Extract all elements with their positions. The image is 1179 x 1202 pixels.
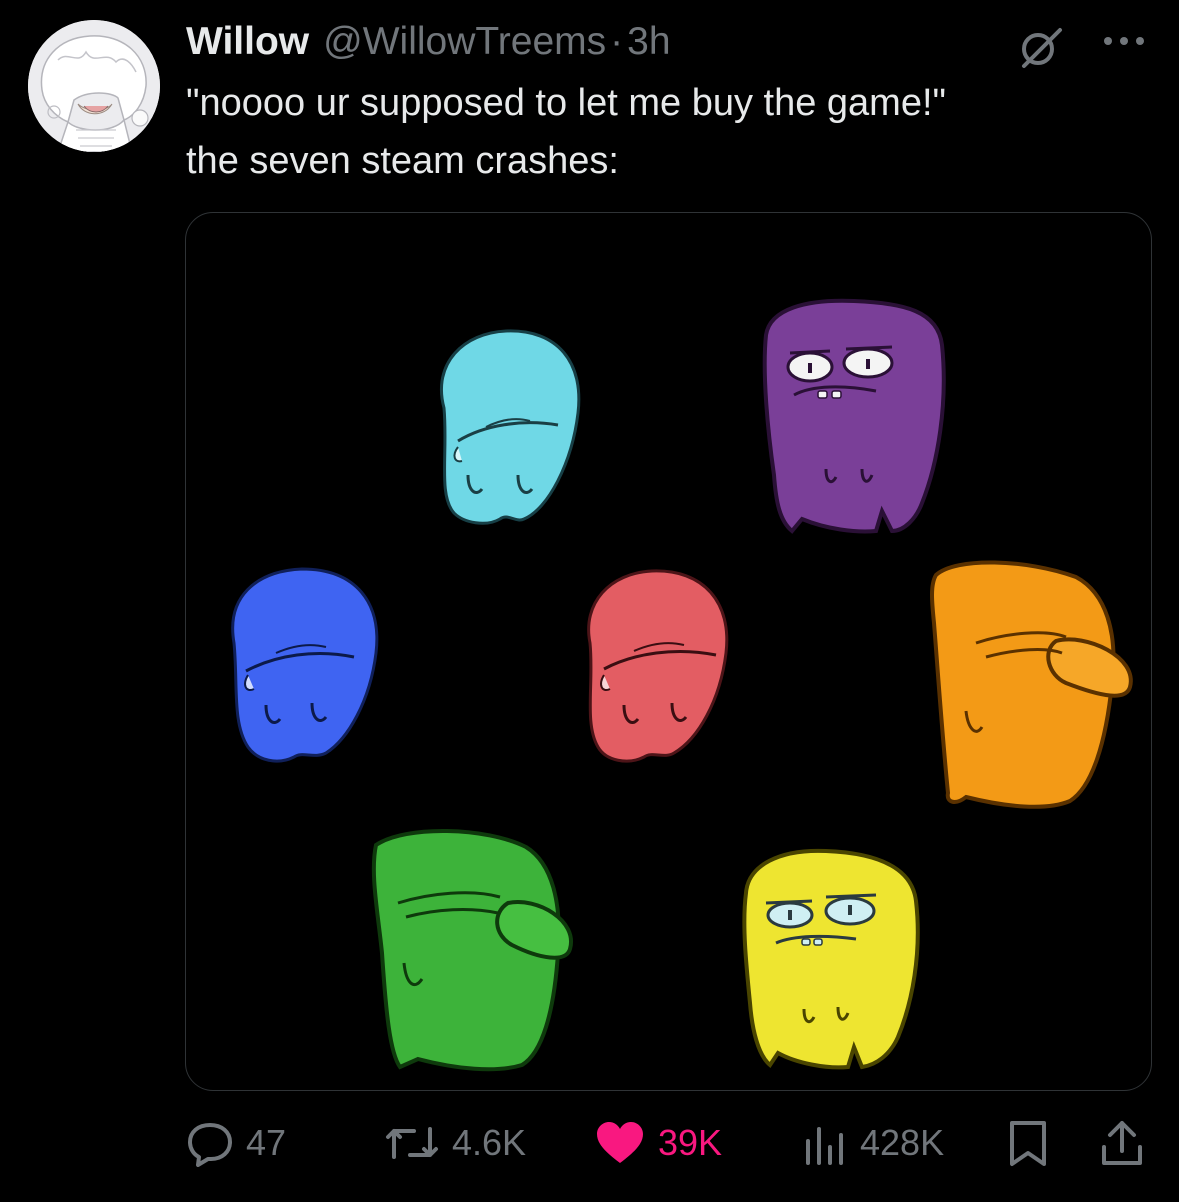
action-bar: 47 4.6K 39K 428K bbox=[0, 1110, 1179, 1176]
reply-button[interactable]: 47 bbox=[186, 1110, 286, 1176]
retweet-button[interactable]: 4.6K bbox=[384, 1110, 526, 1176]
heart-icon bbox=[597, 1122, 643, 1163]
tweet-text-line-1: "noooo ur supposed to let me buy the gam… bbox=[186, 82, 947, 124]
views-button[interactable]: 428K bbox=[800, 1110, 944, 1176]
yellow-creature bbox=[742, 848, 920, 1070]
views-icon bbox=[806, 1127, 843, 1165]
green-creature bbox=[371, 828, 574, 1072]
more-icon[interactable] bbox=[1100, 26, 1148, 56]
user-handle[interactable]: @WillowTreems bbox=[323, 20, 606, 64]
share-button[interactable] bbox=[1098, 1110, 1146, 1176]
separator-dot: · bbox=[610, 20, 624, 63]
blue-creature bbox=[231, 567, 379, 763]
cyan-creature bbox=[440, 329, 581, 525]
tweet-header: Willow @WillowTreems · 3h bbox=[186, 14, 671, 70]
bookmark-icon bbox=[1010, 1121, 1046, 1166]
timestamp[interactable]: 3h bbox=[627, 20, 670, 64]
avatar[interactable] bbox=[28, 20, 160, 152]
purple-creature bbox=[762, 298, 946, 534]
tweet-text: "noooo ur supposed to let me buy the gam… bbox=[186, 74, 946, 190]
like-button[interactable]: 39K bbox=[594, 1110, 722, 1176]
display-name[interactable]: Willow bbox=[186, 20, 309, 64]
grok-icon[interactable] bbox=[1016, 22, 1066, 72]
tweet-text-line-2: the seven steam crashes: bbox=[186, 140, 619, 182]
avatar-image bbox=[28, 20, 160, 152]
tweet-media[interactable] bbox=[185, 212, 1152, 1091]
retweet-count: 4.6K bbox=[452, 1122, 527, 1163]
reply-icon bbox=[188, 1123, 232, 1167]
reply-count: 47 bbox=[246, 1122, 287, 1163]
retweet-icon bbox=[386, 1127, 438, 1159]
media-illustration bbox=[231, 298, 1133, 1072]
bookmark-button[interactable] bbox=[1004, 1110, 1052, 1176]
like-count: 39K bbox=[658, 1122, 723, 1163]
red-creature bbox=[587, 569, 729, 763]
share-icon bbox=[1102, 1121, 1142, 1165]
orange-creature bbox=[930, 560, 1133, 809]
views-count: 428K bbox=[860, 1122, 945, 1163]
